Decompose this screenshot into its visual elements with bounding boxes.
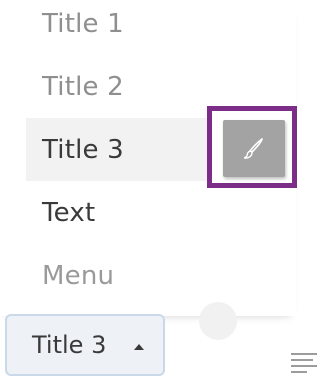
style-button-highlight	[207, 106, 297, 188]
block-type-select[interactable]: Title 3	[5, 314, 165, 376]
menu-item-label: Menu	[42, 260, 115, 291]
menu-item-label: Text	[42, 197, 96, 228]
caret-up-icon	[134, 344, 144, 350]
block-type-menu: Title 1 Title 2 Title 3 Text Menu	[0, 0, 297, 316]
menu-item-label: Title 1	[42, 8, 124, 39]
color-circle-icon[interactable]	[199, 302, 237, 340]
menu-item-title-1[interactable]: Title 1	[0, 0, 296, 55]
menu-item-label: Title 2	[42, 71, 124, 102]
menu-item-label: Title 3	[42, 134, 124, 165]
align-left-icon[interactable]	[291, 353, 317, 373]
brush-icon	[243, 137, 263, 159]
menu-item-menu[interactable]: Menu	[0, 244, 296, 307]
block-type-value: Title 3	[32, 331, 107, 359]
edit-style-button[interactable]	[223, 120, 285, 177]
menu-item-text[interactable]: Text	[0, 181, 296, 244]
